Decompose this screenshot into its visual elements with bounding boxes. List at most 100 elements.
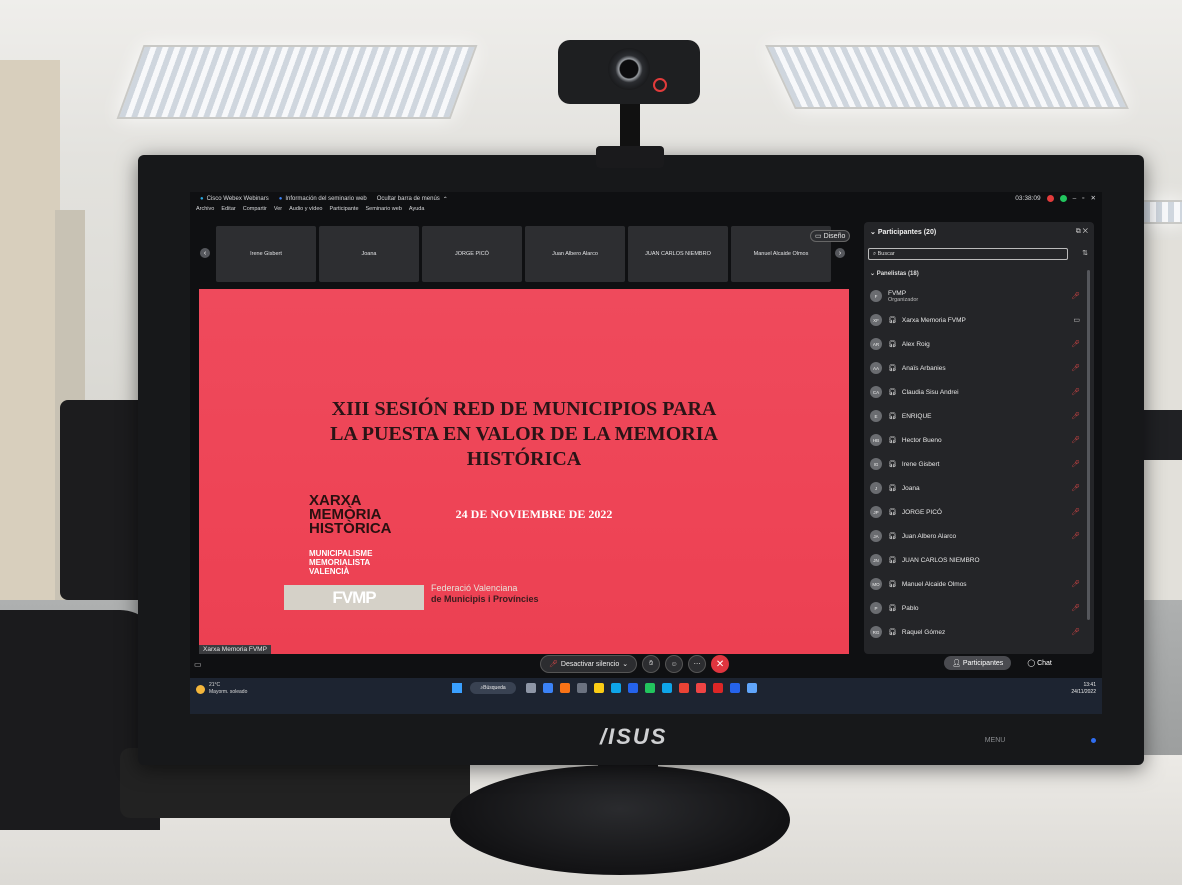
monitor-button[interactable] [1030, 737, 1060, 744]
video-tile[interactable]: Juan Albero Alarco [525, 226, 625, 282]
chevron-left-icon[interactable]: ‹ [200, 248, 210, 258]
captions-icon[interactable]: ▭ [194, 660, 202, 669]
participant-row[interactable]: XF 🎧︎ Xarxa Memoria FVMP ▭ [870, 308, 1084, 332]
video-tile[interactable]: JORGE PICÓ [422, 226, 522, 282]
unmute-button[interactable]: 🎤︎ Desactivar silencio ⌄ [540, 655, 638, 673]
taskbar-app-icon[interactable] [662, 683, 672, 693]
panelists-group[interactable]: ⌄ Panelistas (18) [870, 270, 919, 277]
close-icon[interactable]: ✕ [1091, 194, 1096, 202]
search-input[interactable]: ⌕ Buscar [868, 248, 1068, 260]
participant-row[interactable]: JA 🎧︎ Juan Albero Alarco 🎤︎ [870, 524, 1084, 548]
taskbar-app-icon[interactable] [526, 683, 536, 693]
monitor-button[interactable]: MENU [980, 737, 1010, 744]
monitor-button[interactable] [930, 737, 960, 744]
video-strip: ‹ Irene Gisbert Joana JORGE PICÓ Juan Al… [198, 226, 848, 284]
taskbar-app-icon[interactable] [560, 683, 570, 693]
menu-seminario-web[interactable]: Seminario web [366, 206, 402, 216]
video-tile[interactable]: Irene Gisbert [216, 226, 316, 282]
video-icon: ▭ [1073, 317, 1080, 324]
menu-audio-video[interactable]: Audio y vídeo [289, 206, 322, 216]
avatar: E [870, 410, 882, 422]
logo-sub-line: VALENCIÀ [309, 567, 350, 576]
layout-button-label: Diseño [823, 233, 846, 240]
participant-name: JORGE PICÓ [901, 508, 942, 516]
raise-hand-button[interactable]: ✋︎ [642, 655, 661, 673]
tab-chat[interactable]: ◯ Chat [1019, 656, 1060, 670]
screen: ● Cisco Webex Webinars ● Información del s… [190, 192, 1102, 714]
taskbar-app-icon[interactable] [645, 683, 655, 693]
participant-row[interactable]: E 🎧︎ ENRIQUE 🎤︎ [870, 404, 1084, 428]
seminar-info[interactable]: ● Información del seminario web [279, 196, 367, 202]
taskbar-app-icon[interactable] [577, 683, 587, 693]
logo-sub-line: MEMORIALISTA [309, 558, 371, 567]
headset-icon: 🎧︎ [888, 509, 897, 516]
more-options-button[interactable]: ⋯ [688, 655, 707, 673]
participant-name: Xarxa Memoria FVMP [901, 316, 966, 324]
power-led-icon[interactable] [1091, 738, 1096, 743]
tab-participants[interactable]: 👤︎ Participantes [944, 656, 1012, 670]
weather-widget[interactable]: 21°C Mayorm. soleado [196, 682, 247, 696]
avatar: JN [870, 554, 882, 566]
close-panel-icon[interactable]: ✕ [1083, 228, 1088, 235]
scrollbar[interactable] [1087, 270, 1090, 620]
menu-ver[interactable]: Ver [274, 206, 282, 216]
status-icon[interactable] [1059, 194, 1067, 202]
participant-role: Organizador [888, 296, 919, 303]
participant-name: Irene Gisbert [901, 460, 940, 468]
participant-row[interactable]: JN 🎧︎ JUAN CARLOS NIEMBRO [870, 548, 1084, 572]
menu-ayuda[interactable]: Ayuda [409, 206, 425, 216]
taskbar-app-icon[interactable] [713, 683, 723, 693]
hide-menu-button[interactable]: Ocultar barra de menús ⌃ [377, 196, 448, 203]
windows-start-icon[interactable] [452, 683, 462, 693]
leave-button[interactable]: ✕ [711, 655, 730, 673]
taskbar-app-icon[interactable] [730, 683, 740, 693]
reactions-button[interactable]: ☺ [665, 655, 684, 673]
menu-participante[interactable]: Participante [329, 206, 358, 216]
chevron-right-icon[interactable]: › [835, 248, 845, 258]
menu-compartir[interactable]: Compartir [243, 206, 267, 216]
video-tile[interactable]: Joana [319, 226, 419, 282]
recording-icon[interactable] [1046, 194, 1054, 202]
restore-icon[interactable]: ▫ [1082, 195, 1084, 202]
slide-date: 24 DE NOVIEMBRE DE 2022 [455, 507, 613, 521]
minimize-icon[interactable]: – [1073, 195, 1077, 202]
taskbar-search[interactable]: ⌕ Búsqueda [470, 682, 516, 694]
avatar: IG [870, 458, 882, 470]
slide-title-line: XIII SESIÓN RED DE MUNICIPIOS PARA [331, 398, 717, 420]
system-tray[interactable]: 13:41 24/11/2022 [1071, 682, 1096, 696]
webcam-lens [608, 48, 650, 90]
seminar-info-text: Información del seminario web [285, 196, 367, 202]
layout-button[interactable]: ▭ Diseño [810, 230, 851, 242]
taskbar-app-icon[interactable] [696, 683, 706, 693]
menu-editar[interactable]: Editar [221, 206, 235, 216]
participant-row[interactable]: JP 🎧︎ JORGE PICÓ 🎤︎ [870, 500, 1084, 524]
menu-archivo[interactable]: Archivo [196, 206, 214, 216]
participant-name: FVMP Organizador [888, 290, 918, 303]
participant-row[interactable]: MO 🎧︎ Manuel Alcaide Olmos 🎤︎ [870, 572, 1084, 596]
app-title[interactable]: ● Cisco Webex Webinars [200, 196, 269, 202]
participant-name-text: FVMP [888, 289, 907, 297]
monitor-button[interactable] [880, 737, 910, 744]
taskbar-app-icon[interactable] [594, 683, 604, 693]
participant-row[interactable]: AA 🎧︎ Anaïs Arbanies 🎤︎ [870, 356, 1084, 380]
participant-row[interactable]: RG 🎧︎ Raquel Gómez 🎤︎ [870, 620, 1084, 644]
participant-row[interactable]: P 🎧︎ Pablo 🎤︎ [870, 596, 1084, 620]
participant-row[interactable]: CA 🎧︎ Claudia Sisu Andrei 🎤︎ [870, 380, 1084, 404]
video-tile[interactable]: JUAN CARLOS NIEMBRO [628, 226, 728, 282]
taskbar-app-icon[interactable] [611, 683, 621, 693]
avatar: AA [870, 362, 882, 374]
taskbar-app-icon[interactable] [543, 683, 553, 693]
participant-row[interactable]: J 🎧︎ Joana 🎤︎ [870, 476, 1084, 500]
participant-row[interactable]: AR 🎧︎ Alex Roig 🎤︎ [870, 332, 1084, 356]
participant-row[interactable]: HB 🎧︎ Hector Bueno 🎤︎ [870, 428, 1084, 452]
popout-icon[interactable]: ⧉ [1076, 228, 1081, 235]
taskbar-app-icon[interactable] [679, 683, 689, 693]
participant-row[interactable]: F FVMP Organizador 🎤︎ [870, 284, 1084, 308]
tile-name: Joana [361, 251, 377, 257]
participant-name: Manuel Alcaide Olmos [901, 580, 967, 588]
taskbar-app-icon[interactable] [747, 683, 757, 693]
participant-row[interactable]: IG 🎧︎ Irene Gisbert 🎤︎ [870, 452, 1084, 476]
headset-icon: 🎧︎ [888, 389, 897, 396]
sort-icon[interactable]: ⇅ [1082, 249, 1088, 257]
taskbar-app-icon[interactable] [628, 683, 638, 693]
